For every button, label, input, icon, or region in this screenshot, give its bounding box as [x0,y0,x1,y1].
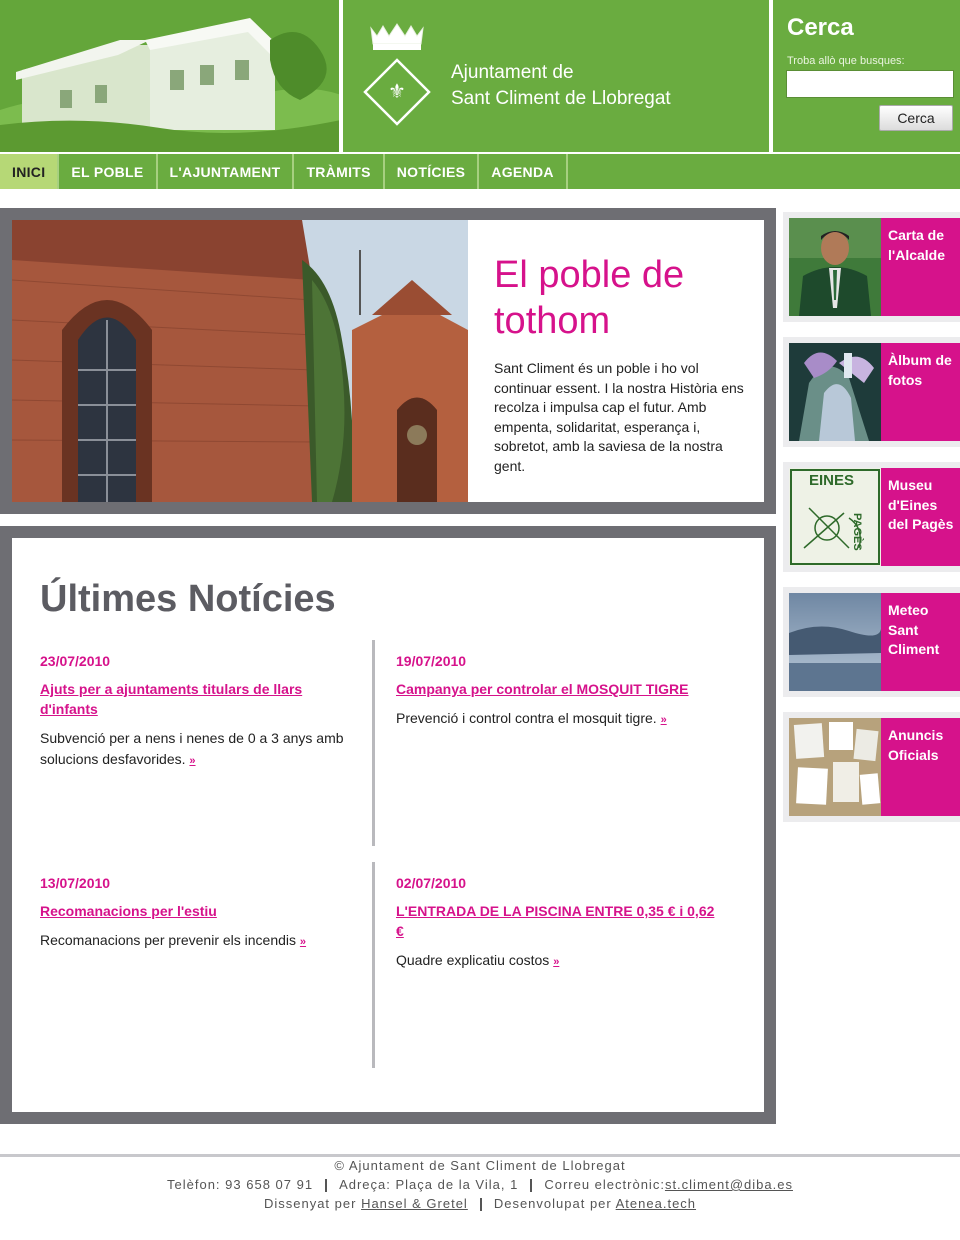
news-summary-text: Prevenció i control contra el mosquit ti… [396,710,657,726]
news-date: 23/07/2010 [40,653,111,669]
sidebar-item-label: Anuncis Oficials [881,718,960,816]
read-more-link[interactable]: » [189,755,195,767]
read-more-link[interactable]: » [661,714,667,726]
read-more-link[interactable]: » [300,936,306,948]
news-summary-text: Quadre explicatiu costos [396,952,550,968]
notice-board-photo [789,718,881,816]
news-summary: Quadre explicatiu costos » [396,950,716,973]
footer-separator [530,1179,533,1193]
column-divider [372,862,375,1068]
museum-poster-text: EINES [809,472,855,489]
org-name-line1: Ajuntament de [451,62,574,83]
footer-separator [325,1179,328,1193]
column-divider [372,640,375,846]
weather-photo [789,593,881,691]
news-summary: Subvenció per a nens i nenes de 0 a 3 an… [40,728,360,772]
sidebar-item-anuncis[interactable]: Anuncis Oficials [783,712,960,822]
search-title: Cerca [787,14,854,41]
nav-item-el-poble[interactable]: EL POBLE [59,154,158,189]
hero-panel: El poble de tothom Sant Climent és un po… [12,220,764,502]
nav-item-ajuntament[interactable]: L'AJUNTAMENT [158,154,295,189]
search-button[interactable]: Cerca [879,105,953,131]
svg-text:⚜: ⚜ [388,81,406,103]
sidebar-item-label: Àlbum de fotos [881,343,960,441]
search-hint: Troba allò que busques: [787,55,905,67]
footer-phone: Telèfon: 93 658 07 91 [167,1177,314,1192]
sidebar-item-museu[interactable]: EINES PAGÈS Museu d'Eines del Pagès [783,462,960,572]
footer-developed-label: Desenvolupat per [493,1196,612,1211]
news-date: 19/07/2010 [396,653,467,669]
mayor-photo [789,218,881,316]
nav-item-noticies[interactable]: NOTÍCIES [385,154,480,189]
sidebar-item-label: Meteo Sant Climent [881,593,960,691]
museum-poster-text2: PAGÈS [851,513,863,551]
nav-item-tramits[interactable]: TRÀMITS [294,154,385,189]
org-name-line2: Sant Climent de Llobregat [451,88,671,109]
album-photo [789,343,881,441]
church-photo [12,220,468,502]
news-panel: Últimes Notícies 23/07/2010 Ajuts per a … [12,538,764,1112]
footer-credits: Dissenyat per Hansel & Gretel Desenvolupa… [0,1196,960,1212]
news-item: 13/07/2010 Recomanacions per l'estiu Rec… [40,875,360,953]
coat-of-arms-icon: ⚜ [363,23,431,126]
news-title-link[interactable]: Ajuts per a ajuntaments titulars de llar… [40,679,360,719]
hero-title: El poble de tothom [494,254,685,342]
sidebar-item-alcalde[interactable]: Carta de l'Alcalde [783,212,960,322]
news-date: 02/07/2010 [396,875,467,891]
main-nav: INICI EL POBLE L'AJUNTAMENT TRÀMITS NOTÍ… [0,152,960,189]
footer-designed-label: Dissenyat per [263,1196,357,1211]
news-heading: Últimes Notícies [40,578,336,620]
news-summary: Prevenció i control contra el mosquit ti… [396,708,716,731]
farmhouse-illustration [0,0,339,152]
search-panel: Cerca Troba allò que busques: Cerca [773,0,960,152]
hero-frame: El poble de tothom Sant Climent és un po… [0,208,776,514]
news-item: 02/07/2010 L'ENTRADA DE LA PISCINA ENTRE… [396,875,716,973]
sidebar-item-meteo[interactable]: Meteo Sant Climent [783,587,960,697]
hero-text: Sant Climent és un poble i ho vol contin… [494,360,744,474]
news-title-link[interactable]: Campanya per controlar el MOSQUIT TIGRE [396,679,716,699]
news-title-link[interactable]: L'ENTRADA DE LA PISCINA ENTRE 0,35 € i 0… [396,901,716,941]
news-summary-text: Recomanacions per prevenir els incendis [40,932,297,948]
footer-address: Adreça: Plaça de la Vila, 1 [339,1177,519,1192]
news-item: 19/07/2010 Campanya per controlar el MOS… [396,653,716,731]
footer-contact: Telèfon: 93 658 07 91 Adreça: Plaça de la… [0,1177,960,1193]
nav-item-inici[interactable]: INICI [0,154,60,189]
sidebar-item-label: Carta de l'Alcalde [881,218,960,316]
news-frame: Últimes Notícies 23/07/2010 Ajuts per a … [0,526,776,1124]
sidebar-item-label: Museu d'Eines del Pagès [881,468,960,566]
footer-divider [0,1154,960,1157]
news-item: 23/07/2010 Ajuts per a ajuntaments titul… [40,653,360,772]
footer-separator [479,1198,482,1212]
news-title-link[interactable]: Recomanacions per l'estiu [40,901,360,921]
site-header: ⚜ Ajuntament de Sant Climent de Llobrega… [0,0,960,152]
header-logo-area: ⚜ Ajuntament de Sant Climent de Llobrega… [343,0,771,152]
footer-designer-link[interactable]: Hansel & Gretel [361,1196,468,1211]
news-date: 13/07/2010 [40,875,111,891]
read-more-link[interactable]: » [553,956,559,968]
nav-item-agenda[interactable]: AGENDA [479,154,568,189]
footer-copyright: © Ajuntament de Sant Climent de Llobrega… [334,1158,626,1173]
news-summary: Recomanacions per prevenir els incendis … [40,930,360,953]
sidebar-item-album[interactable]: Àlbum de fotos [783,337,960,447]
footer-developer-link[interactable]: Atenea.tech [616,1196,696,1211]
footer-email-label: Correu electrònic: [544,1177,665,1192]
museum-poster: EINES PAGÈS [789,468,881,566]
header-photo [0,0,341,152]
footer-email-link[interactable]: st.climent@diba.es [665,1177,793,1192]
search-input[interactable] [786,70,954,98]
